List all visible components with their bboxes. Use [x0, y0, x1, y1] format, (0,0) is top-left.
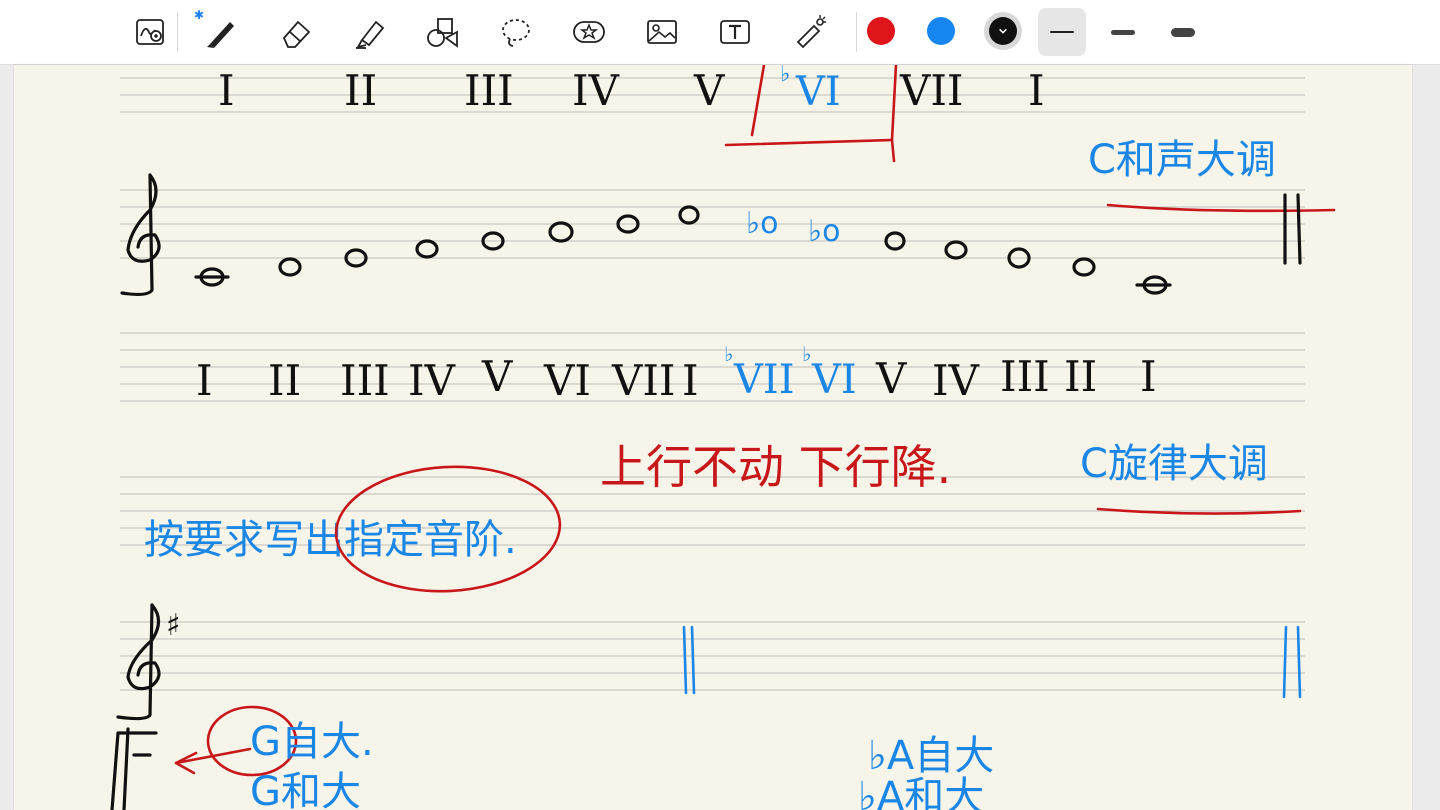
image-icon[interactable] — [640, 10, 684, 54]
numeral-3: III — [464, 66, 514, 115]
numeral-r2-10: VI — [811, 357, 857, 403]
numeral-r2-8: I — [682, 356, 699, 405]
instruction-text: 按要求写出指定音阶. — [144, 517, 517, 563]
numeral-r2-4: IV — [408, 356, 456, 405]
highlighter-icon[interactable] — [348, 10, 392, 54]
color-blue-swatch[interactable] — [924, 14, 958, 48]
g-major-natural: G自大. — [250, 719, 374, 765]
numeral-r2-1: I — [196, 356, 213, 405]
pen-icon[interactable] — [198, 10, 242, 54]
laser-pointer-icon[interactable] — [788, 10, 832, 54]
color-black-swatch[interactable] — [984, 12, 1022, 50]
flat-sign-3: ♭ — [802, 342, 811, 366]
stroke-thick-button[interactable] — [1159, 8, 1207, 56]
toolbar-divider — [856, 12, 857, 52]
staff1-notes: ♭o ♭o — [120, 173, 1302, 297]
flat-note-1: ♭o — [746, 206, 779, 241]
row1-numerals: I II III IV V ♭ VI VII I — [218, 65, 1045, 115]
g-major-harmonic: G和大 — [250, 769, 361, 810]
ab-major-harmonic: ♭A和大 — [858, 774, 984, 810]
numeral-4: IV — [572, 66, 620, 115]
numeral-r2-11: V — [875, 354, 907, 403]
melodic-major-label: C旋律大调 — [1080, 441, 1268, 487]
numeral-r2-15: I — [1140, 352, 1157, 401]
toolbar-divider — [177, 12, 178, 52]
stroke-thin-icon — [1050, 31, 1074, 33]
shapes-icon[interactable] — [420, 10, 464, 54]
toolbar: ✱ — [0, 0, 1440, 65]
numeral-1: I — [218, 66, 235, 115]
flat-sign-2: ♭ — [724, 342, 733, 366]
red-arrow — [174, 747, 252, 775]
numeral-r2-2: II — [268, 356, 301, 405]
stroke-medium-icon — [1111, 29, 1135, 35]
numeral-r2-12: IV — [932, 356, 980, 405]
red-rule-text: 上行不动 下行降. — [600, 440, 951, 494]
text-icon[interactable] — [713, 10, 757, 54]
numeral-r2-6: VI — [543, 356, 591, 405]
stroke-thin-button[interactable] — [1038, 8, 1086, 56]
lasso-icon[interactable] — [494, 10, 538, 54]
stroke-medium-button[interactable] — [1099, 8, 1147, 56]
color-red-swatch[interactable] — [864, 14, 898, 48]
zoom-lasso-icon[interactable] — [128, 10, 172, 54]
numeral-r2-13: III — [1000, 352, 1050, 401]
color-black-dot — [989, 17, 1017, 45]
eraser-icon[interactable] — [274, 10, 318, 54]
numeral-r2-7: VII — [611, 356, 676, 405]
row2-numerals: I II III IV V VI VII I ♭ VII ♭ VI V IV I… — [196, 342, 1157, 405]
numeral-7: VII — [899, 66, 964, 115]
stroke-thick-icon — [1171, 27, 1195, 37]
sticker-icon[interactable] — [567, 10, 611, 54]
color-red-dot — [867, 17, 895, 45]
numeral-8: I — [1028, 66, 1045, 115]
sharp-sign: ♯ — [166, 608, 181, 643]
ink-canvas[interactable]: I II III IV V ♭ VI VII I C和声大调 ♭o ♭o I I… — [0, 65, 1440, 810]
chevron-down-icon — [999, 28, 1007, 34]
red-underline — [1106, 203, 1336, 213]
clef-fragment — [110, 727, 158, 810]
numeral-2: II — [344, 66, 377, 115]
numeral-r2-9: VII — [733, 357, 795, 403]
harmonic-major-label: C和声大调 — [1088, 137, 1276, 183]
numeral-r2-5: V — [481, 352, 513, 401]
numeral-r2-3: III — [340, 356, 390, 405]
numeral-6: VI — [795, 69, 841, 115]
numeral-r2-14: II — [1064, 352, 1097, 401]
numeral-5: V — [693, 66, 725, 115]
flat-sign: ♭ — [780, 65, 790, 87]
color-blue-dot — [927, 17, 955, 45]
treble-clef-1 — [120, 173, 161, 297]
ab-major-natural: ♭A自大 — [868, 733, 994, 779]
flat-note-2: ♭o — [808, 214, 841, 249]
